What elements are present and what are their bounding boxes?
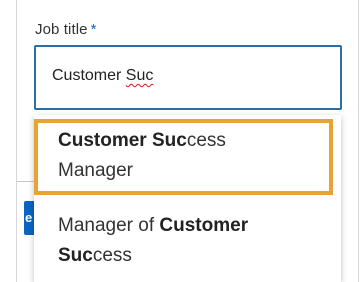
suggestion-2-match-1: Customer [159, 215, 249, 236]
suggestion-1-match: Customer Suc [58, 130, 187, 151]
job-title-input-value[interactable]: Customer Suc [52, 67, 153, 85]
job-title-input[interactable]: Customer Suc [34, 45, 342, 110]
job-title-suggestions-dropdown: Customer Success Manager Manager of Cust… [34, 115, 341, 282]
job-title-label-text: Job title [35, 21, 88, 38]
suggestion-1-line-1: Customer Success [58, 126, 341, 156]
suggestion-1-rest: cess [186, 130, 226, 151]
job-title-label: Job title * [35, 21, 97, 38]
job-title-form: Job title * Customer Suc e Customer Succe… [0, 0, 361, 282]
input-value-prefix: Customer [52, 67, 126, 84]
suggestion-customer-success-manager[interactable]: Customer Success Manager [34, 120, 341, 195]
suggestion-2-plain: Manager of [58, 215, 160, 236]
suggestion-2-match-2: Suc [58, 245, 93, 266]
suggestion-2-line-2: Success [58, 241, 341, 271]
required-marker: * [90, 21, 97, 38]
input-value-misspelled: Suc [125, 67, 154, 84]
background-button-label: e [25, 210, 33, 225]
suggestion-1-line-2: Manager [58, 160, 133, 181]
suggestion-2-rest: cess [92, 245, 132, 266]
suggestion-2-line-1: Manager of Customer [58, 211, 341, 241]
suggestion-manager-of-customer-success[interactable]: Manager of Customer Success [34, 208, 341, 276]
